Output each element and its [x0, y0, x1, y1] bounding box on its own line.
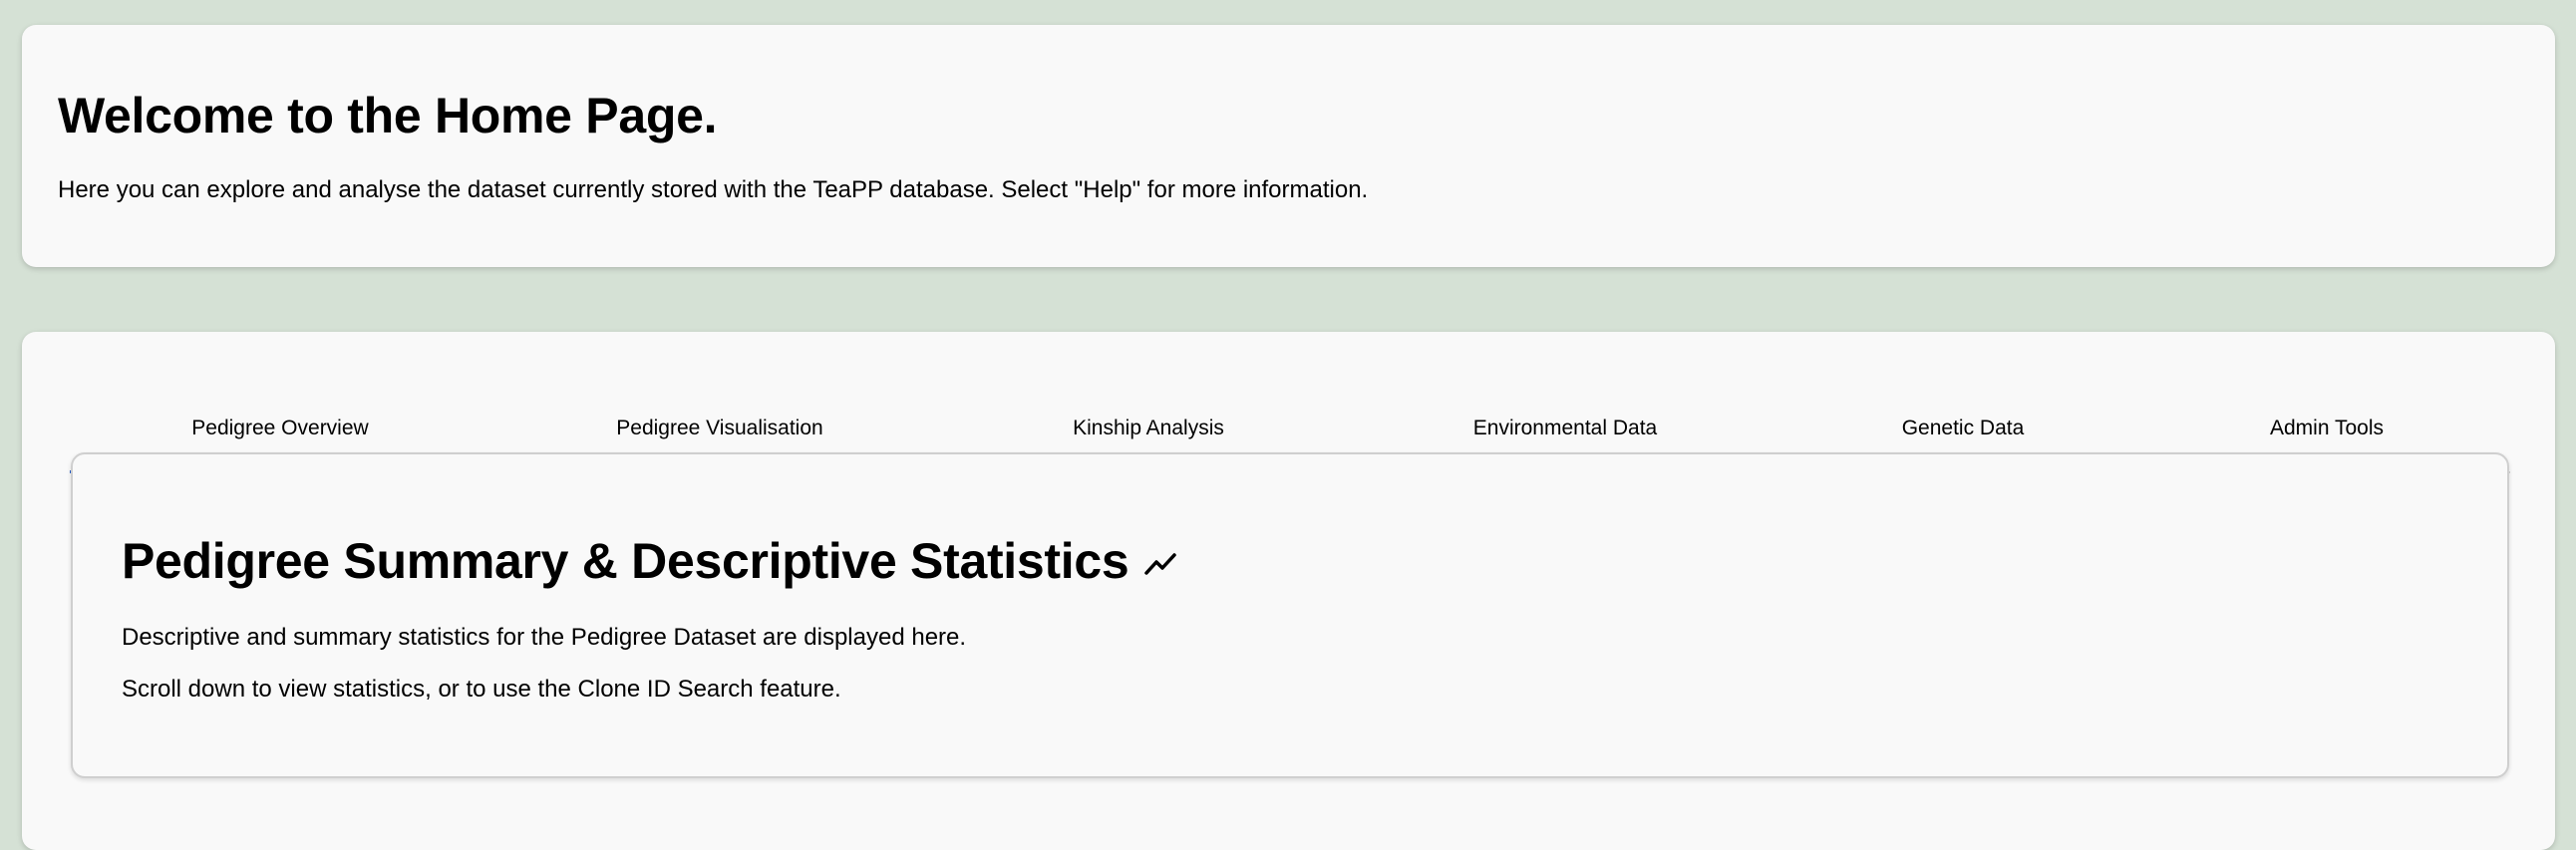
panel-description-2: Scroll down to view statistics, or to us… — [122, 675, 841, 703]
panel-title-text: Pedigree Summary & Descriptive Statistic… — [122, 533, 1129, 589]
welcome-card: Welcome to the Home Page. Here you can e… — [22, 25, 2555, 267]
panel-title: Pedigree Summary & Descriptive Statistic… — [122, 536, 2458, 586]
panel-description-1: Descriptive and summary statistics for t… — [122, 624, 967, 651]
main-card: Pedigree Overview Pedigree Visualisation… — [22, 332, 2555, 850]
trending-up-icon — [1140, 541, 1180, 581]
welcome-description: Here you can explore and analyse the dat… — [58, 176, 1369, 203]
pedigree-overview-panel: Pedigree Summary & Descriptive Statistic… — [71, 452, 2509, 778]
page-title: Welcome to the Home Page. — [58, 88, 718, 143]
